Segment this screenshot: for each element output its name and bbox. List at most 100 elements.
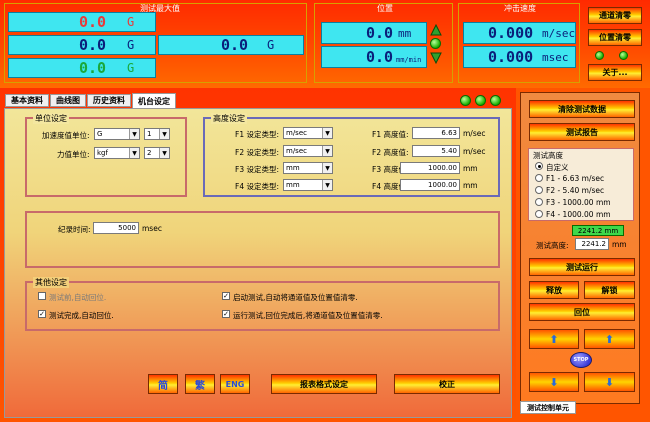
return-button[interactable]: 回位 [529, 303, 635, 321]
record-time-unit: msec [142, 224, 162, 233]
f3-height-unit: mm [463, 164, 478, 173]
position-down-button[interactable] [430, 52, 442, 64]
chevron-down-icon: ▼ [159, 148, 169, 158]
english-button[interactable]: ENG [220, 374, 250, 394]
f1-height-label: F1 高度值: [372, 130, 409, 139]
auto-return-after-checkbox[interactable]: ✓ [38, 310, 46, 318]
auto-clear-run-label: 运行测试,回位完成后,将通道值及位置值清零. [233, 311, 383, 320]
record-time-input[interactable]: 5000 [93, 222, 139, 234]
f4-radio[interactable] [535, 210, 543, 218]
status-light-1-icon [595, 51, 604, 60]
run-test-button[interactable]: 测试运行 [529, 258, 635, 276]
f4-type-select[interactable]: mm ▼ [283, 179, 333, 191]
f1-radio[interactable] [535, 174, 543, 182]
arrow-down-icon [430, 52, 442, 64]
auto-clear-run-checkbox[interactable]: ✓ [222, 310, 230, 318]
max-row-3-unit: G [127, 61, 135, 75]
f4-radio-label: F4 - 1000.00 mm [546, 210, 611, 219]
f4-height-input[interactable]: 1000.00 [400, 179, 460, 191]
max-row-2-unit: G [127, 38, 135, 52]
speed-value: 0.000 [488, 24, 534, 42]
custom-radio-label: 自定义 [546, 163, 569, 172]
auto-return-after-label: 测试完成,自动回位. [49, 311, 114, 320]
test-height-input[interactable]: 2241.2 [575, 238, 609, 250]
tab-machine-settings[interactable]: 机台设定 [132, 93, 176, 108]
custom-radio[interactable] [535, 162, 543, 170]
accel-index-select[interactable]: 1 ▼ [144, 128, 170, 140]
test-report-button[interactable]: 测试报告 [529, 123, 635, 141]
arrow-down-icon: ⬇ [604, 375, 615, 389]
f3-radio[interactable] [535, 198, 543, 206]
record-time-group [25, 211, 500, 268]
traditional-chinese-button[interactable]: 繁 [185, 374, 215, 394]
unlock-button[interactable]: 解锁 [584, 281, 635, 299]
f2-radio[interactable] [535, 186, 543, 194]
stop-button[interactable]: STOP [570, 352, 592, 368]
f1-type-label: F1 设定类型: [235, 130, 279, 139]
f4-type-value: mm [286, 181, 300, 189]
down-left-button[interactable]: ⬇ [529, 372, 579, 392]
tab-curve[interactable]: 曲线图 [50, 94, 86, 107]
chevron-down-icon: ▼ [129, 148, 139, 158]
f4-height-unit: mm [463, 181, 478, 190]
chevron-down-icon: ▼ [322, 146, 332, 156]
simplified-chinese-button[interactable]: 简 [148, 374, 178, 394]
chevron-down-icon: ▼ [322, 163, 332, 173]
f1-type-select[interactable]: m/sec ▼ [283, 127, 333, 139]
release-button[interactable]: 释放 [529, 281, 579, 299]
f2-type-select[interactable]: m/sec ▼ [283, 145, 333, 157]
tab-basic-info[interactable]: 基本资料 [5, 94, 49, 107]
force-unit-select[interactable]: kgf ▼ [94, 147, 140, 159]
force-unit-value: kgf [97, 149, 108, 157]
position-speed-value: 0.0 [366, 48, 394, 66]
speed-title: 冲击速度 [504, 4, 536, 13]
about-button[interactable]: 关于... [588, 64, 642, 81]
calibrate-button[interactable]: 校正 [394, 374, 500, 394]
max-extra-value: 0.0 [221, 36, 249, 54]
chevron-down-icon: ▼ [322, 180, 332, 190]
force-unit-label: 力值单位: [57, 150, 90, 159]
test-control-tab[interactable]: 测试控制单元 [520, 401, 576, 414]
max-extra-unit: G [267, 38, 275, 52]
test-height-label: 测试高度: [536, 241, 569, 250]
down-right-button[interactable]: ⬇ [584, 372, 635, 392]
up-right-button[interactable]: ⬆ [584, 329, 635, 349]
test-height-title: 测试高度 [533, 151, 563, 160]
f3-height-input[interactable]: 1000.00 [400, 162, 460, 174]
auto-clear-start-checkbox[interactable]: ✓ [222, 292, 230, 300]
position-speed-box: 0.0 mm/min [321, 46, 427, 68]
max-row-3: 0.0 G [8, 58, 156, 78]
tab-history[interactable]: 历史资料 [87, 94, 131, 107]
position-indicator-icon [430, 38, 441, 49]
f2-type-label: F2 设定类型: [235, 148, 279, 157]
position-up-button[interactable] [430, 24, 442, 36]
chevron-down-icon: ▼ [159, 129, 169, 139]
report-format-button[interactable]: 报表格式设定 [271, 374, 377, 394]
clear-test-data-button[interactable]: 清除测试数据 [529, 100, 635, 118]
f1-height-input[interactable]: 6.63 [412, 127, 460, 139]
f2-height-input[interactable]: 5.40 [412, 145, 460, 157]
auto-return-before-checkbox[interactable] [38, 292, 46, 300]
f3-radio-label: F3 - 1000.00 mm [546, 198, 611, 207]
f3-type-value: mm [286, 164, 300, 172]
accel-index-value: 1 [147, 130, 152, 138]
auto-clear-start-label: 启动测试,自动将通道值及位置值清零. [233, 293, 358, 302]
position-clear-button[interactable]: 位置清零 [588, 29, 642, 46]
max-row-1: 0.0 G [8, 12, 156, 32]
channel-clear-button[interactable]: 通道清零 [588, 7, 642, 24]
other-settings-title: 其他设定 [33, 277, 69, 288]
speed-value-box: 0.000 m/sec [463, 22, 576, 44]
max-row-2-value: 0.0 [79, 36, 107, 54]
force-index-select[interactable]: 2 ▼ [144, 147, 170, 159]
accel-unit-select[interactable]: G ▼ [94, 128, 140, 140]
chevron-down-icon: ▼ [129, 129, 139, 139]
arrow-up-icon: ⬆ [549, 332, 559, 346]
f4-type-label: F4 设定类型: [235, 182, 279, 191]
f3-type-select[interactable]: mm ▼ [283, 162, 333, 174]
accel-unit-value: G [97, 130, 103, 138]
time-value-box: 0.000 msec [463, 46, 576, 68]
time-unit: msec [542, 50, 569, 64]
up-left-button[interactable]: ⬆ [529, 329, 579, 349]
max-row-1-value: 0.0 [79, 13, 107, 31]
units-group-title: 单位设定 [33, 113, 69, 124]
